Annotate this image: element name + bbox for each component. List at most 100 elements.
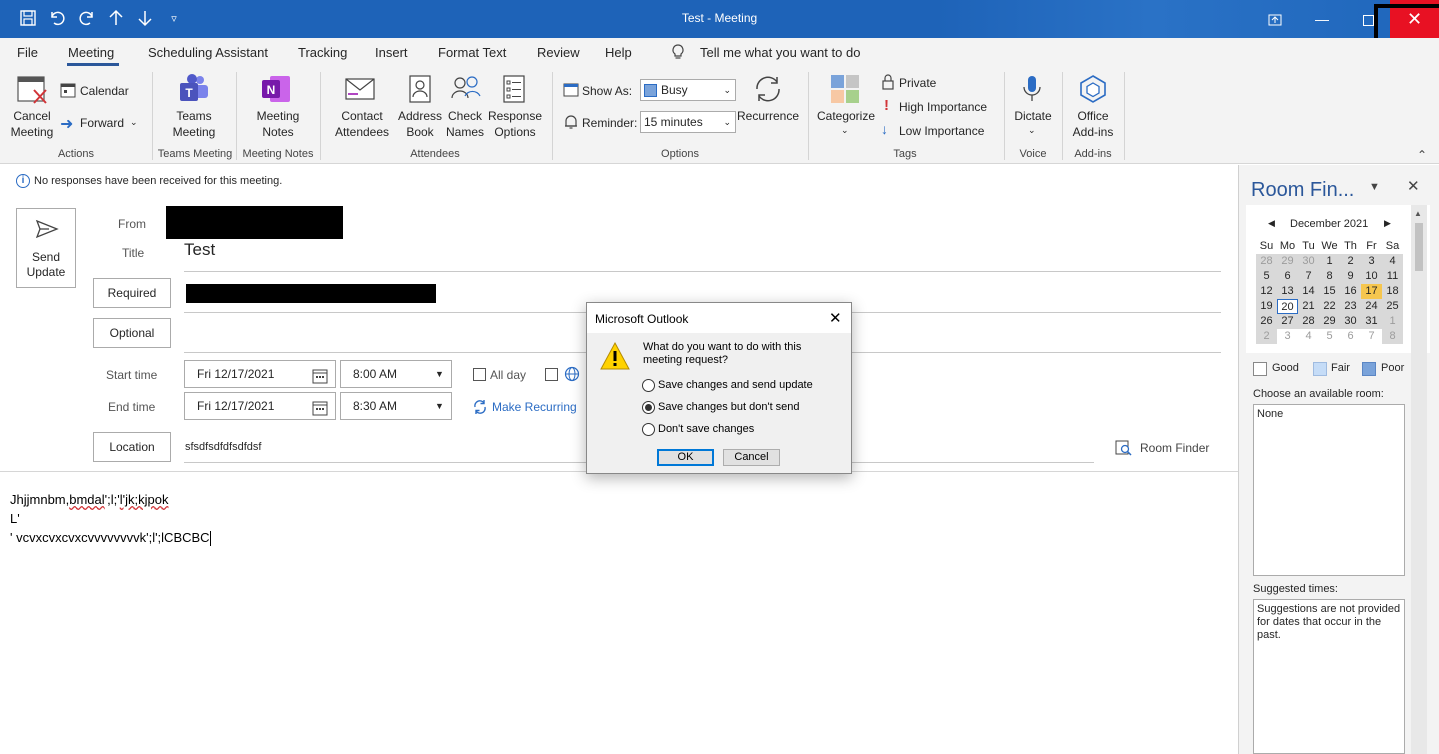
tell-me-search[interactable]: Tell me what you want to do [700,45,860,60]
room-list[interactable]: None [1253,404,1405,576]
calendar-day[interactable]: 29 [1277,254,1298,269]
calendar-day[interactable]: 2 [1256,329,1277,344]
ok-button[interactable]: OK [657,449,714,466]
calendar-day[interactable]: 6 [1340,329,1361,344]
location-input[interactable]: sfsdfsdfdfsdfdsf [185,441,261,453]
calendar-day[interactable]: 28 [1256,254,1277,269]
start-time-field[interactable]: 8:00 AM ▼ [340,360,452,388]
close-pane-icon[interactable]: ✕ [1407,177,1420,195]
globe-icon [564,366,580,385]
dialog-close-icon[interactable]: ✕ [829,309,842,327]
calendar-day[interactable]: 1 [1382,314,1403,329]
radio-dont-save[interactable] [642,423,655,436]
menu-insert[interactable]: Insert [375,45,408,60]
dropdown-arrow-icon[interactable]: ▼ [435,361,444,387]
calendar-day[interactable]: 13 [1277,284,1298,299]
title-input[interactable]: Test [184,240,215,260]
dropdown-arrow-icon[interactable]: ▼ [435,393,444,419]
calendar-day[interactable]: 17 [1361,284,1382,299]
pane-scrollbar-thumb[interactable] [1415,223,1423,271]
calendar-day[interactable]: 26 [1256,314,1277,329]
calendar-day[interactable]: 5 [1256,269,1277,284]
calendar-day[interactable]: 23 [1340,299,1361,314]
required-button[interactable]: Required [93,278,171,308]
send-update-button[interactable]: Send Update [16,208,76,288]
calendar-day[interactable]: 20 [1277,299,1298,314]
menu-meeting[interactable]: Meeting [68,45,114,60]
next-month-icon[interactable]: ▶ [1384,218,1391,229]
calendar-day[interactable]: 6 [1277,269,1298,284]
optional-button[interactable]: Optional [93,318,171,348]
calendar-weekday: Th [1344,240,1357,252]
calendar-day[interactable]: 5 [1319,329,1340,344]
menu-tracking[interactable]: Tracking [298,45,347,60]
calendar-day[interactable]: 30 [1340,314,1361,329]
info-icon: i [16,174,30,188]
calendar-day[interactable]: 12 [1256,284,1277,299]
radio-send-update[interactable] [642,379,655,392]
prev-month-icon[interactable]: ◀ [1268,218,1275,229]
minimize-button[interactable]: — [1299,0,1345,38]
calendar-day[interactable]: 10 [1361,269,1382,284]
menu-format-text[interactable]: Format Text [438,45,506,60]
calendar-day[interactable]: 25 [1382,299,1403,314]
dialog-title: Microsoft Outlook [595,312,689,326]
calendar-day[interactable]: 3 [1277,329,1298,344]
show-as-dropdown[interactable]: Busy ⌄ [640,79,736,101]
calendar-day[interactable]: 4 [1382,254,1403,269]
calendar-day[interactable]: 31 [1361,314,1382,329]
calendar-day[interactable]: 4 [1298,329,1319,344]
location-button[interactable]: Location [93,432,171,462]
time-zones-checkbox[interactable] [545,368,558,381]
menu-review[interactable]: Review [537,45,580,60]
message-body[interactable]: Jhjjmnbm,bmdal';l;'l'jk;kjpok L' ' vcvxc… [10,490,211,547]
calendar-day[interactable]: 21 [1298,299,1319,314]
calendar-day[interactable]: 7 [1298,269,1319,284]
required-redacted[interactable] [186,284,436,303]
calendar-day[interactable]: 28 [1298,314,1319,329]
calendar-icon[interactable] [312,367,328,393]
calendar-day[interactable]: 29 [1319,314,1340,329]
room-list-item[interactable]: None [1257,408,1283,420]
calendar-day[interactable]: 19 [1256,299,1277,314]
reminder-dropdown[interactable]: 15 minutes ⌄ [640,111,736,133]
calendar-day[interactable]: 3 [1361,254,1382,269]
calendar-day[interactable]: 22 [1319,299,1340,314]
active-tab-indicator [67,63,119,66]
lock-icon [881,74,895,93]
calendar-day[interactable]: 8 [1382,329,1403,344]
calendar-day[interactable]: 18 [1382,284,1403,299]
start-date-field[interactable]: Fri 12/17/2021 [184,360,336,388]
collapse-ribbon-icon[interactable]: ⌃ [1417,148,1427,162]
calendar-day[interactable]: 24 [1361,299,1382,314]
reminder-label: Reminder: [582,116,638,130]
ribbon-separator [236,72,237,160]
pane-scrollbar[interactable] [1411,205,1427,754]
calendar-day[interactable]: 7 [1361,329,1382,344]
menu-help[interactable]: Help [605,45,632,60]
calendar-day[interactable]: 14 [1298,284,1319,299]
calendar-day[interactable]: 8 [1319,269,1340,284]
calendar-day[interactable]: 9 [1340,269,1361,284]
menu-scheduling-assistant[interactable]: Scheduling Assistant [148,45,268,60]
addins-group-label: Add-ins [1074,148,1112,160]
all-day-checkbox[interactable] [473,368,486,381]
calendar-day[interactable]: 16 [1340,284,1361,299]
cancel-button[interactable]: Cancel [723,449,780,466]
end-time-field[interactable]: 8:30 AM ▼ [340,392,452,420]
end-date-field[interactable]: Fri 12/17/2021 [184,392,336,420]
calendar-day[interactable]: 27 [1277,314,1298,329]
from-redacted[interactable] [166,206,343,239]
check-names-label-1: Check [447,109,482,123]
pane-options-icon[interactable]: ▼ [1369,181,1380,193]
calendar-day[interactable]: 11 [1382,269,1403,284]
radio-dont-send[interactable] [642,401,655,414]
calendar-day[interactable]: 30 [1298,254,1319,269]
calendar-icon[interactable] [312,399,328,425]
menu-file[interactable]: File [17,45,38,60]
ribbon-display-options-icon[interactable] [1252,0,1298,38]
scroll-up-icon[interactable]: ▲ [1414,209,1422,218]
calendar-day[interactable]: 15 [1319,284,1340,299]
calendar-day[interactable]: 1 [1319,254,1340,269]
calendar-day[interactable]: 2 [1340,254,1361,269]
